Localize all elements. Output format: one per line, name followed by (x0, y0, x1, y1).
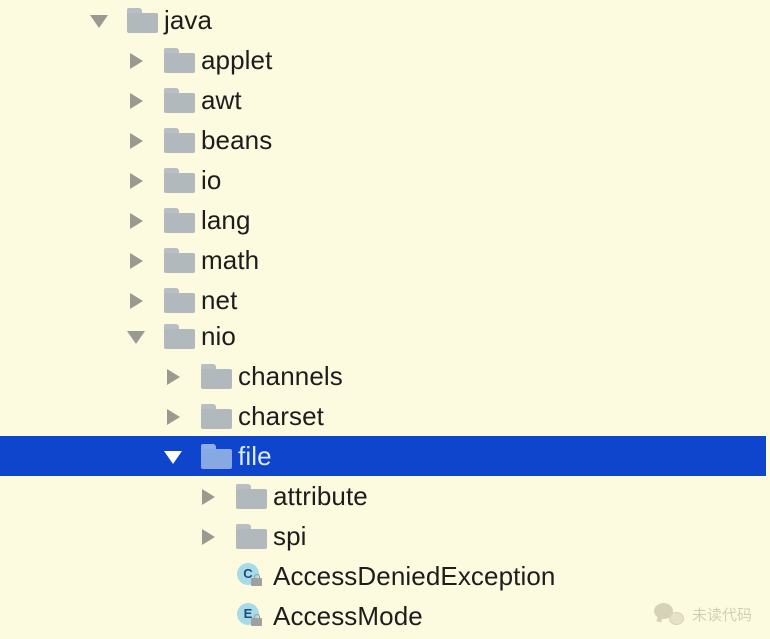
tree-row-label: attribute (273, 480, 368, 511)
tree-row-spi[interactable]: spi (0, 516, 770, 556)
tree-row-accessdeniedexception[interactable]: C AccessDeniedException (0, 556, 770, 596)
class-icon: C (236, 562, 267, 590)
tree-row-label: lang (201, 204, 251, 235)
folder-icon (201, 403, 232, 429)
folder-icon (164, 323, 195, 349)
tree-row-label: math (201, 244, 260, 275)
tree-row-net[interactable]: net (0, 280, 770, 320)
tree-row-io[interactable]: io (0, 160, 770, 200)
chevron-right-icon[interactable] (162, 405, 184, 427)
tree-row-label: charset (238, 400, 324, 431)
tree-row-math[interactable]: math (0, 240, 770, 280)
chevron-right-icon[interactable] (197, 525, 219, 547)
folder-icon (201, 363, 232, 389)
tree-row-file[interactable]: file (0, 436, 766, 476)
tree-row-java[interactable]: java (0, 0, 770, 40)
tree-row-label: AccessMode (273, 600, 423, 631)
file-tree[interactable]: java applet awt beans io lang math net nio channe… (0, 0, 770, 639)
tree-row-beans[interactable]: beans (0, 120, 770, 160)
folder-icon (164, 127, 195, 153)
chevron-right-icon[interactable] (125, 49, 147, 71)
chevron-right-icon[interactable] (162, 365, 184, 387)
chevron-right-icon[interactable] (125, 169, 147, 191)
folder-icon (236, 523, 267, 549)
folder-icon (201, 443, 232, 469)
chevron-right-icon[interactable] (125, 249, 147, 271)
folder-icon (164, 247, 195, 273)
tree-row-charset[interactable]: charset (0, 396, 770, 436)
tree-row-lang[interactable]: lang (0, 200, 770, 240)
tree-row-label: file (238, 440, 272, 471)
folder-icon (164, 47, 195, 73)
tree-row-awt[interactable]: awt (0, 80, 770, 120)
lock-icon (251, 573, 262, 586)
tree-row-label: AccessDeniedException (273, 560, 556, 591)
tree-row-applet[interactable]: applet (0, 40, 770, 80)
tree-row-label: channels (238, 360, 343, 391)
folder-icon (164, 287, 195, 313)
folder-icon (236, 483, 267, 509)
tree-row-attribute[interactable]: attribute (0, 476, 770, 516)
folder-icon (164, 87, 195, 113)
watermark-label: 未读代码 (691, 605, 752, 624)
tree-row-channels[interactable]: channels (0, 356, 770, 396)
chevron-right-icon[interactable] (125, 289, 147, 311)
chevron-down-icon[interactable] (162, 445, 184, 467)
folder-icon (127, 7, 158, 33)
chevron-right-icon[interactable] (125, 209, 147, 231)
enum-icon: E (236, 602, 267, 630)
tree-row-label: java (164, 4, 213, 35)
tree-row-label: io (201, 164, 222, 195)
wechat-icon (653, 603, 684, 625)
chevron-down-icon[interactable] (88, 9, 110, 31)
chevron-right-icon[interactable] (125, 129, 147, 151)
tree-row-nio[interactable]: nio (0, 316, 770, 356)
tree-row-label: spi (273, 520, 307, 551)
lock-icon (251, 613, 262, 626)
tree-row-label: nio (201, 320, 236, 351)
tree-row-label: awt (201, 84, 242, 115)
folder-icon (164, 207, 195, 233)
chevron-right-icon[interactable] (125, 89, 147, 111)
watermark: 未读代码 (653, 603, 752, 625)
tree-row-label: net (201, 284, 238, 315)
chevron-down-icon[interactable] (125, 325, 147, 347)
tree-row-label: beans (201, 124, 273, 155)
chevron-right-icon[interactable] (197, 485, 219, 507)
folder-icon (164, 167, 195, 193)
tree-row-label: applet (201, 44, 273, 75)
